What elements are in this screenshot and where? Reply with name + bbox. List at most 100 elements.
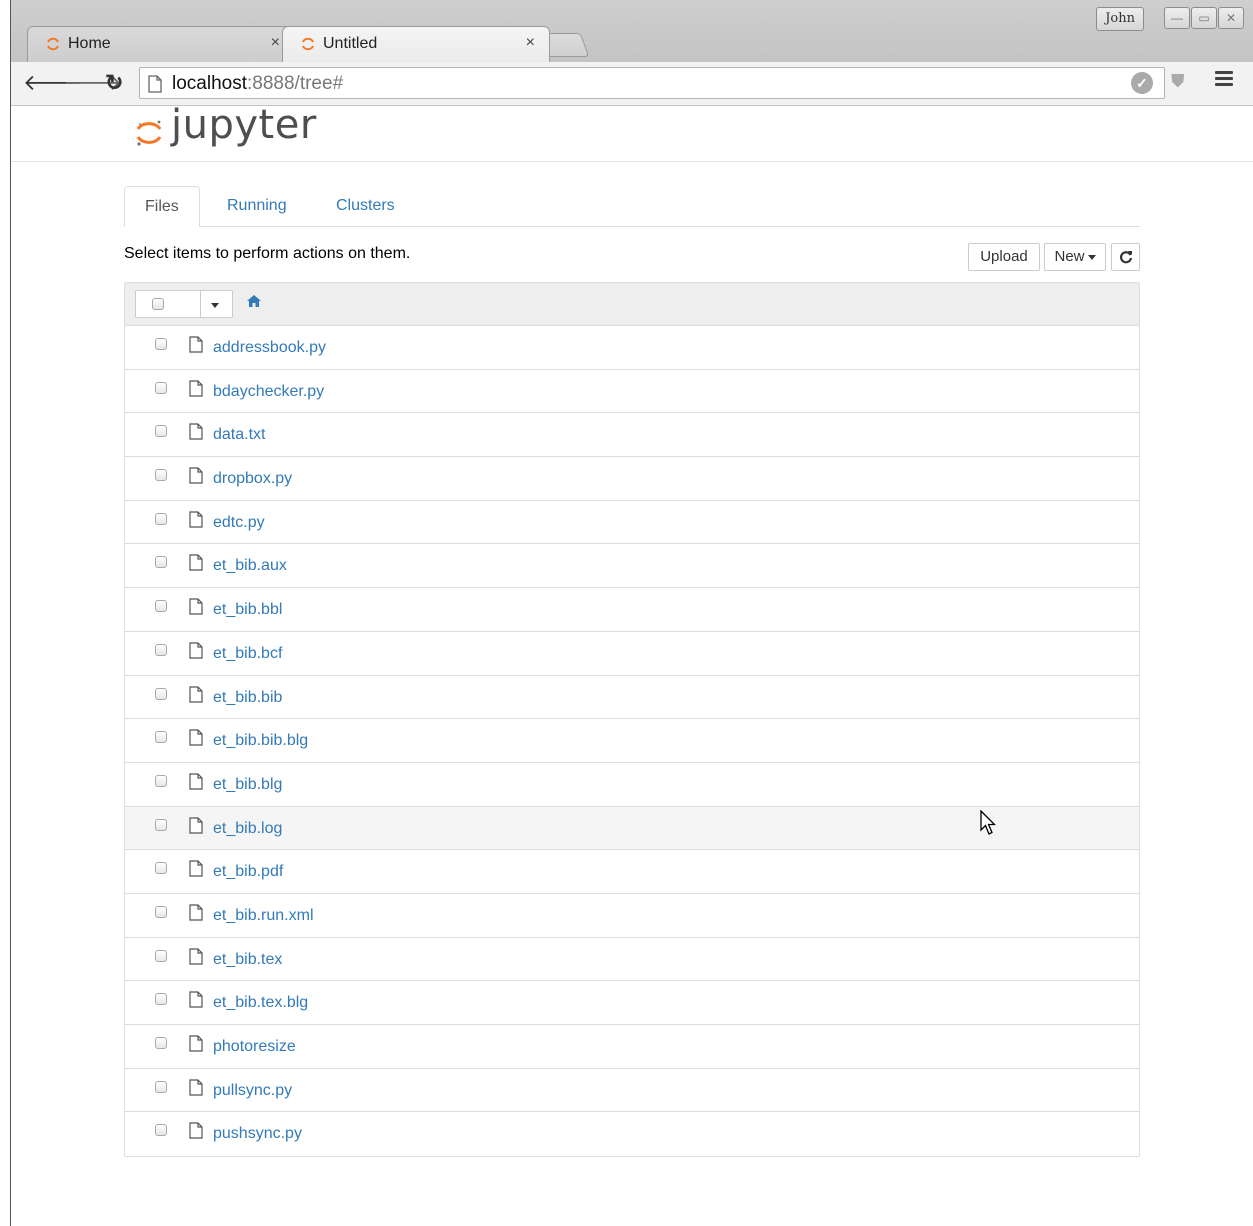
caret-down-icon[interactable] [211,303,219,308]
file-row[interactable]: pullsync.py [125,1069,1139,1113]
upload-button[interactable]: Upload [968,243,1040,271]
file-row[interactable]: photoresize [125,1025,1139,1069]
file-row[interactable]: et_bib.aux [125,544,1139,589]
minimize-button[interactable]: — [1164,7,1190,29]
file-row[interactable]: et_bib.blg [125,763,1139,807]
file-checkbox[interactable] [155,905,167,918]
file-checkbox[interactable] [155,643,167,656]
file-row[interactable]: data.txt [125,413,1139,458]
file-row[interactable]: et_bib.bcf [125,632,1139,676]
file-icon [189,991,203,1008]
file-checkbox[interactable] [155,600,167,613]
file-icon [189,729,203,746]
file-checkbox[interactable] [155,425,167,438]
file-checkbox[interactable] [155,1080,167,1093]
file-row[interactable]: edtc.py [125,501,1139,545]
mouse-cursor-icon [980,810,996,835]
file-link[interactable]: et_bib.bib [213,689,282,707]
file-link[interactable]: et_bib.bib.blg [213,732,308,750]
reload-icon[interactable]: ↻ [105,70,123,96]
file-checkbox[interactable] [155,469,167,482]
shield-extension-icon[interactable]: ⛊ [1171,71,1185,92]
file-link[interactable]: addressbook.py [213,339,326,357]
file-link[interactable]: data.txt [213,426,265,444]
file-checkbox[interactable] [155,687,167,700]
file-checkbox[interactable] [155,862,167,875]
file-link[interactable]: et_bib.tex.blg [213,994,308,1012]
file-checkbox[interactable] [155,731,167,744]
file-checkbox[interactable] [155,818,167,831]
file-link[interactable]: et_bib.blg [213,776,282,794]
file-checkbox[interactable] [155,774,167,787]
file-icon [189,948,203,965]
file-row[interactable]: et_bib.run.xml [125,894,1139,938]
file-icon [189,1035,203,1052]
file-icon [189,511,203,528]
file-link[interactable]: et_bib.log [213,820,282,838]
browser-tab-home[interactable]: Home × [27,26,295,62]
file-link[interactable]: et_bib.bcf [213,645,282,663]
file-checkbox[interactable] [155,381,167,394]
file-link[interactable]: et_bib.run.xml [213,907,314,925]
file-toolbar: Select items to perform actions on them.… [124,227,1140,275]
file-icon [189,423,203,440]
jupyter-logo-text[interactable]: jupyter [171,102,317,148]
maximize-button[interactable]: ▭ [1191,7,1217,29]
select-all-checkbox[interactable] [152,298,164,310]
file-row[interactable]: et_bib.bbl [125,588,1139,632]
file-link[interactable]: et_bib.aux [213,557,287,575]
file-row[interactable]: et_bib.pdf [125,850,1139,894]
jupyter-favicon-icon [302,37,314,51]
tab-running[interactable]: Running [207,186,307,226]
file-row[interactable]: et_bib.bib.blg [125,719,1139,763]
refresh-button[interactable] [1111,243,1140,271]
file-link[interactable]: dropbox.py [213,470,292,488]
home-icon[interactable] [247,295,261,307]
file-icon [189,1122,203,1139]
tab-clusters[interactable]: Clusters [316,186,415,226]
file-checkbox[interactable] [155,1037,167,1049]
file-icon [189,336,203,353]
jupyter-logo-icon[interactable] [135,118,163,148]
file-row[interactable]: bdaychecker.py [125,370,1139,414]
file-row[interactable]: dropbox.py [125,457,1139,501]
file-checkbox[interactable] [155,556,167,569]
new-dropdown-button[interactable]: New [1044,243,1106,271]
file-link[interactable]: et_bib.bbl [213,601,282,619]
file-checkbox[interactable] [155,338,167,350]
address-bar[interactable]: localhost:8888/tree# ☆ [139,67,1165,99]
file-checkbox[interactable] [155,1124,167,1137]
file-link[interactable]: pullsync.py [213,1082,292,1100]
file-row[interactable]: addressbook.py [125,326,1139,370]
file-rows: addressbook.py bdaychecker.py data.txt drop… [125,326,1139,1156]
file-row[interactable]: et_bib.tex.blg [125,981,1139,1025]
file-checkbox[interactable] [155,512,167,525]
file-row[interactable]: et_bib.tex [125,938,1139,982]
close-window-button[interactable]: ✕ [1218,7,1244,29]
file-row[interactable]: et_bib.bib [125,676,1139,720]
select-all-dropdown[interactable] [135,290,233,318]
close-icon[interactable]: × [271,34,280,52]
browser-toolbar: 🡐 🡒 ↻ localhost:8888/tree# ☆ ✓ ⛊ [11,62,1253,106]
close-icon[interactable]: × [526,34,535,52]
caret-down-icon [1087,254,1096,260]
file-link[interactable]: bdaychecker.py [213,383,324,401]
browser-tab-untitled[interactable]: Untitled × [282,26,550,62]
extension-icon[interactable]: ✓ [1131,72,1153,94]
file-checkbox[interactable] [155,993,167,1006]
file-icon [189,380,203,397]
file-list-header [125,283,1139,326]
file-icon [189,467,203,484]
menu-icon[interactable] [1215,71,1233,89]
file-link[interactable]: et_bib.tex [213,951,282,969]
file-link[interactable]: photoresize [213,1038,296,1056]
tab-files[interactable]: Files [124,186,200,227]
file-link[interactable]: et_bib.pdf [213,863,283,881]
file-checkbox[interactable] [155,949,167,962]
jupyter-header: jupyter [11,102,1253,162]
file-row[interactable]: pushsync.py [125,1112,1139,1156]
file-link[interactable]: pushsync.py [213,1125,302,1143]
profile-badge[interactable]: John [1096,7,1144,31]
url-text: localhost:8888/tree# [172,73,344,94]
file-link[interactable]: edtc.py [213,514,265,532]
